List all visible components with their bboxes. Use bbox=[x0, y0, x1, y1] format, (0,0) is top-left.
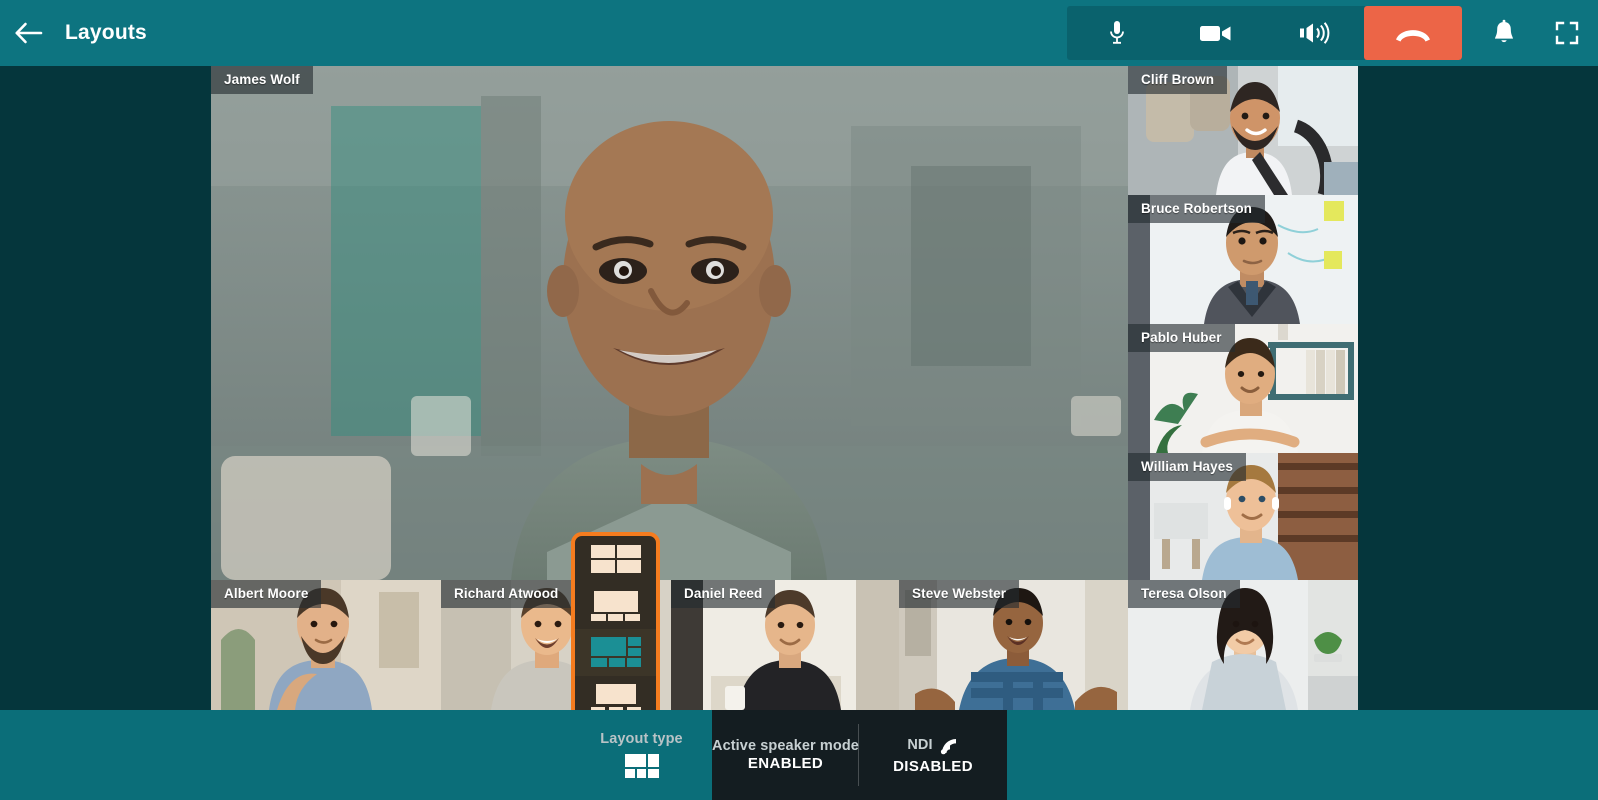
arrow-left-icon bbox=[15, 22, 43, 44]
ndi-label: NDI bbox=[907, 737, 933, 754]
ndi-value: DISABLED bbox=[893, 757, 973, 775]
page-title: Layouts bbox=[65, 21, 147, 44]
participant-name-badge: James Wolf bbox=[211, 66, 313, 94]
participant-name-badge: Pablo Huber bbox=[1128, 324, 1235, 352]
layout-one-plus-three-bottom-icon bbox=[590, 590, 640, 621]
participant-tile-steve-webster[interactable]: Steve Webster bbox=[899, 580, 1128, 710]
participant-name-badge: Albert Moore bbox=[211, 580, 322, 608]
notifications-button[interactable] bbox=[1472, 0, 1536, 66]
bottom-bar: Layout type Active speaker mode ENABLED … bbox=[0, 710, 1598, 800]
speaker-volume-icon bbox=[1299, 22, 1329, 44]
layout-picker-popup[interactable] bbox=[571, 532, 660, 710]
active-speaker-mode-panel[interactable]: Active speaker mode ENABLED bbox=[712, 710, 859, 800]
layout-type-label: Layout type bbox=[600, 730, 683, 747]
ndi-signal-icon bbox=[940, 738, 956, 754]
hangup-button[interactable] bbox=[1364, 6, 1462, 60]
participant-tile-bruce-robertson[interactable]: Bruce Robertson bbox=[1128, 195, 1358, 324]
participant-tile-william-hayes[interactable]: William Hayes bbox=[1128, 453, 1358, 580]
participant-name-badge: Steve Webster bbox=[899, 580, 1020, 608]
top-bar: Layouts bbox=[0, 0, 1598, 66]
participant-name-badge: William Hayes bbox=[1128, 453, 1246, 481]
participant-tile-cliff-brown[interactable]: Cliff Brown bbox=[1128, 66, 1358, 195]
video-camera-icon bbox=[1199, 26, 1230, 41]
fullscreen-button[interactable] bbox=[1536, 0, 1598, 66]
participant-name-badge: Richard Atwood bbox=[441, 580, 572, 608]
participant-name-badge: Cliff Brown bbox=[1128, 66, 1228, 94]
participant-name-badge: Daniel Reed bbox=[671, 580, 776, 608]
layout-grid-2x2-icon bbox=[590, 545, 641, 574]
camera-button[interactable] bbox=[1166, 6, 1265, 60]
fullscreen-icon bbox=[1555, 21, 1579, 45]
phone-hangup-icon bbox=[1396, 30, 1430, 42]
layout-option-one-plus-three-bottom[interactable] bbox=[575, 583, 656, 630]
video-stage: James Wolf Cliff Brown Bruce Robertson P… bbox=[0, 66, 1598, 710]
participant-tile-pablo-huber[interactable]: Pablo Huber bbox=[1128, 324, 1358, 453]
layout-one-plus-side-and-bottom-icon bbox=[590, 637, 641, 668]
layout-type-panel[interactable]: Layout type bbox=[571, 710, 712, 800]
main-video-feed bbox=[211, 66, 1128, 580]
ndi-title-row: NDI bbox=[907, 737, 958, 755]
layout-option-one-plus-three-small[interactable] bbox=[575, 676, 656, 710]
participant-tile-albert-moore[interactable]: Albert Moore bbox=[211, 580, 441, 710]
call-controls-group bbox=[1067, 6, 1462, 60]
microphone-button[interactable] bbox=[1067, 6, 1166, 60]
layout-grid-icon bbox=[624, 754, 659, 779]
back-button[interactable] bbox=[0, 0, 58, 66]
participant-tile-main[interactable]: James Wolf bbox=[211, 66, 1128, 580]
layout-option-grid-2x2[interactable] bbox=[575, 536, 656, 583]
video-conference-app: Layouts James Wolf Cliff Brown Bruce Rob… bbox=[0, 0, 1598, 800]
layout-one-plus-three-small-icon bbox=[590, 684, 641, 710]
active-speaker-mode-value: ENABLED bbox=[747, 755, 824, 773]
bottom-bar-panels: Layout type Active speaker mode ENABLED … bbox=[571, 710, 1007, 800]
layout-option-one-plus-side-and-bottom[interactable] bbox=[575, 629, 656, 676]
top-bar-controls bbox=[1067, 0, 1598, 66]
ndi-panel[interactable]: NDI DISABLED bbox=[859, 710, 1007, 800]
participant-name-badge: Teresa Olson bbox=[1128, 580, 1240, 608]
participant-tile-daniel-reed[interactable]: Daniel Reed bbox=[671, 580, 899, 710]
speaker-button[interactable] bbox=[1265, 6, 1364, 60]
participant-tile-teresa-olson[interactable]: Teresa Olson bbox=[1128, 580, 1358, 710]
participant-name-badge: Bruce Robertson bbox=[1128, 195, 1266, 223]
bell-icon bbox=[1495, 19, 1513, 43]
active-speaker-mode-label: Active speaker mode bbox=[712, 737, 859, 754]
microphone-icon bbox=[1109, 21, 1124, 44]
